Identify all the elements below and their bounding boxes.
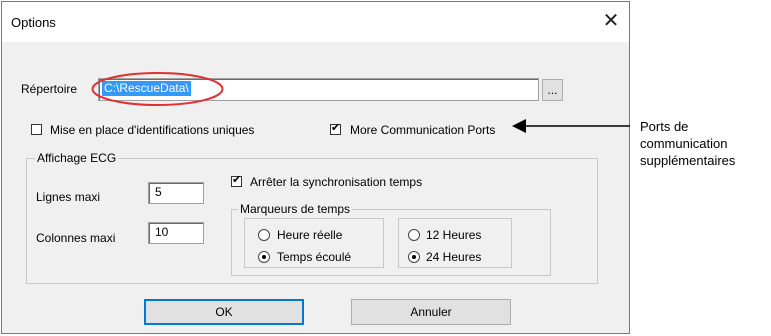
options-dialog: Options ✕ Répertoire C:\RescueData\ ... … — [1, 1, 630, 334]
cancel-button[interactable]: Annuler — [351, 299, 511, 325]
more-ports-checkbox[interactable]: ✔ — [330, 122, 341, 135]
highlight-ellipse — [91, 72, 224, 106]
unique-ids-label: Mise en place d'identifications uniques — [50, 123, 255, 137]
real-time-label: Heure réelle — [277, 228, 343, 242]
browse-button[interactable]: ... — [542, 79, 563, 101]
directory-label: Répertoire — [21, 82, 78, 96]
max-columns-input[interactable]: 10 — [148, 222, 204, 244]
close-icon[interactable]: ✕ — [598, 8, 624, 34]
annotation-line-1: Ports de — [640, 119, 689, 134]
24h-radio[interactable] — [408, 251, 420, 263]
annotation-arrow-icon — [512, 119, 630, 133]
max-columns-value: 10 — [155, 225, 169, 239]
annotation-line-2: communication — [640, 136, 728, 151]
more-ports-label: More Communication Ports — [350, 123, 496, 137]
annotation-line-3: supplémentaires — [640, 153, 736, 168]
max-lines-label: Lignes maxi — [36, 190, 101, 204]
radio-selected-dot — [262, 255, 266, 259]
checkmark-icon: ✔ — [232, 174, 242, 186]
unique-ids-checkbox[interactable] — [31, 124, 42, 135]
12h-label: 12 Heures — [426, 228, 482, 242]
annotation-label: Ports de communication supplémentaires — [640, 118, 735, 169]
title-bar: Options ✕ — [2, 2, 629, 42]
time-markers-label: Marqueurs de temps — [238, 202, 353, 216]
max-lines-input[interactable]: 5 — [148, 182, 204, 204]
checkmark-icon: ✔ — [331, 122, 341, 134]
stop-sync-label: Arrêter la synchronisation temps — [250, 175, 423, 189]
12h-radio[interactable] — [408, 229, 420, 241]
dialog-title: Options — [11, 15, 56, 30]
max-columns-label: Colonnes maxi — [36, 231, 116, 245]
radio-selected-dot — [412, 255, 416, 259]
elapsed-time-label: Temps écoulé — [277, 250, 352, 264]
real-time-radio[interactable] — [258, 229, 270, 241]
ok-button[interactable]: OK — [144, 299, 304, 325]
max-lines-value: 5 — [155, 185, 162, 199]
ecg-group-label: Affichage ECG — [35, 151, 119, 165]
stop-sync-checkbox[interactable]: ✔ — [231, 174, 242, 187]
24h-label: 24 Heures — [426, 250, 482, 264]
elapsed-time-radio[interactable] — [258, 251, 270, 263]
